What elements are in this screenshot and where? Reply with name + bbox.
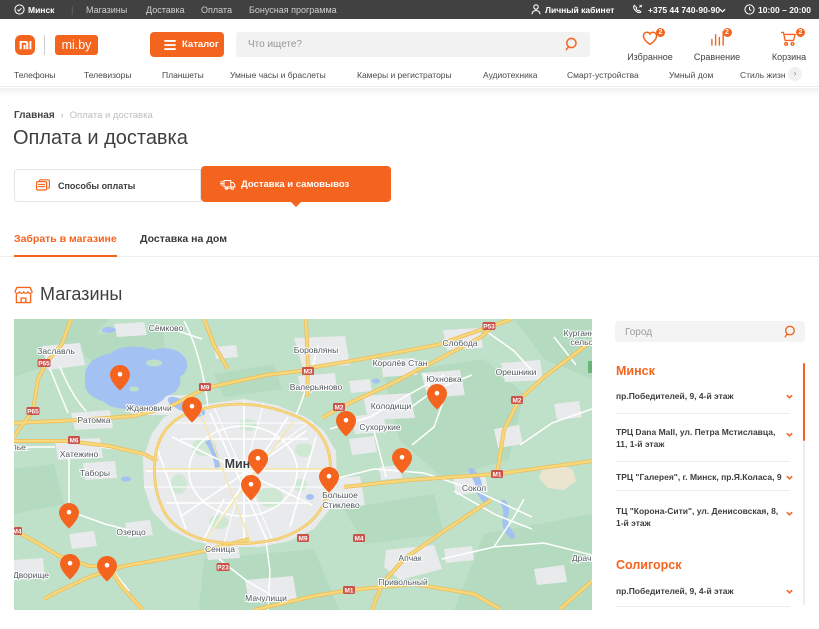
svg-text:Привольный: Привольный — [378, 577, 428, 587]
svg-text:Слобода: Слобода — [442, 338, 477, 348]
svg-text:P53: P53 — [483, 323, 495, 330]
svg-text:P65: P65 — [27, 408, 39, 415]
svg-text:М4: М4 — [354, 535, 363, 542]
svg-text:Хатежино: Хатежино — [60, 449, 99, 459]
svg-text:Стиклево: Стиклево — [322, 500, 360, 510]
svg-text:М4: М4 — [14, 528, 22, 535]
svg-text:Озерцо: Озерцо — [116, 527, 146, 537]
svg-text:Сокол: Сокол — [462, 483, 486, 493]
svg-text:Драчн: Драчн — [572, 553, 592, 563]
svg-text:Сухорукие: Сухорукие — [359, 422, 401, 432]
svg-text:Заславль: Заславль — [37, 346, 75, 356]
svg-text:Королёв Стан: Королёв Стан — [373, 358, 428, 368]
svg-text:Юхновка: Юхновка — [426, 374, 462, 384]
svg-text:Колодищи: Колодищи — [371, 401, 412, 411]
svg-text:P65: P65 — [38, 360, 50, 367]
svg-text:Орешники: Орешники — [496, 367, 537, 377]
svg-text:Валерьяново: Валерьяново — [290, 382, 343, 392]
svg-text:М2: М2 — [512, 397, 521, 404]
svg-text:М9: М9 — [298, 535, 307, 542]
svg-text:сельсо: сельсо — [570, 337, 592, 347]
svg-text:Таборы: Таборы — [80, 468, 110, 478]
svg-text:М3: М3 — [303, 368, 312, 375]
svg-text:М6: М6 — [69, 437, 78, 444]
svg-text:Сёмково: Сёмково — [149, 323, 184, 333]
svg-text:Сеница: Сеница — [205, 544, 235, 554]
svg-text:лье.: лье. — [14, 442, 28, 452]
svg-text:Апчак: Апчак — [398, 553, 421, 563]
svg-text:М1: М1 — [492, 471, 501, 478]
svg-text:Дворище: Дворище — [14, 570, 49, 580]
svg-text:P23: P23 — [217, 564, 229, 571]
svg-text:М2: М2 — [334, 404, 343, 411]
svg-text:Ждановичи: Ждановичи — [126, 403, 172, 413]
svg-text:Мачулищи: Мачулищи — [245, 593, 287, 603]
svg-text:Большое: Большое — [322, 490, 358, 500]
svg-text:М9: М9 — [200, 384, 209, 391]
svg-text:Боровляны: Боровляны — [294, 345, 338, 355]
svg-text:Ратомка: Ратомка — [78, 415, 111, 425]
svg-text:М1: М1 — [344, 587, 353, 594]
